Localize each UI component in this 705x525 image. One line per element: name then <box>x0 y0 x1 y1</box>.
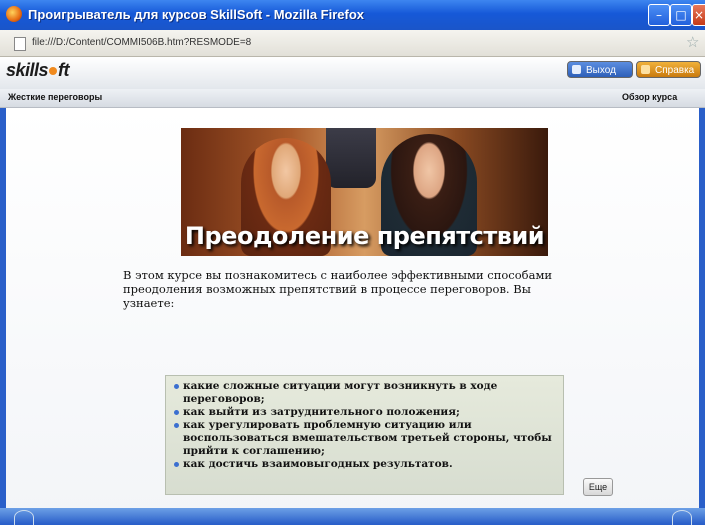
list-item: какие сложные ситуации могут возникнуть … <box>174 380 557 406</box>
banner-figure-background <box>326 128 376 188</box>
nav-next-button[interactable] <box>672 510 692 525</box>
minimize-button[interactable]: – <box>648 4 670 26</box>
intro-paragraph: В этом курсе вы познакомитесь с наиболее… <box>123 268 553 310</box>
bullet-icon <box>174 384 179 389</box>
logo-text-end: ft <box>58 60 70 80</box>
bullet-icon <box>174 462 179 467</box>
list-item: как урегулировать проблемную ситуацию ил… <box>174 419 557 458</box>
section-title: Обзор курса <box>622 92 678 102</box>
bullet-icon <box>174 423 179 428</box>
list-item-text: как достичь взаимовыгодных результатов. <box>183 458 453 470</box>
help-button[interactable]: Справка <box>636 61 701 78</box>
bullet-icon <box>174 410 179 415</box>
objectives-box: какие сложные ситуации могут возникнуть … <box>165 375 564 495</box>
firefox-icon <box>6 6 22 22</box>
window-title: Проигрыватель для курсов SkillSoft - Moz… <box>28 7 365 22</box>
list-item-text: как урегулировать проблемную ситуацию ил… <box>183 419 552 457</box>
skillsoft-logo: skills ft <box>6 60 70 81</box>
player-bottom-bar <box>0 508 705 525</box>
maximize-button[interactable]: □ <box>670 4 692 26</box>
close-icon: × <box>693 8 705 22</box>
exit-label: Выход <box>586 65 616 76</box>
bookmark-star-icon[interactable]: ☆ <box>686 33 699 51</box>
logo-dot-icon <box>49 67 58 75</box>
address-bar[interactable]: file:///D:/Content/COMMI506B.htm?RESMODE… <box>0 30 705 57</box>
list-item-text: какие сложные ситуации могут возникнуть … <box>183 380 498 405</box>
url-text[interactable]: file:///D:/Content/COMMI506B.htm?RESMODE… <box>32 37 251 48</box>
objectives-list: какие сложные ситуации могут возникнуть … <box>166 376 563 471</box>
window-titlebar[interactable]: Проигрыватель для курсов SkillSoft - Moz… <box>0 0 705 31</box>
more-button[interactable]: Еще <box>583 478 613 496</box>
close-button[interactable]: × <box>692 4 705 26</box>
firefox-window: Проигрыватель для курсов SkillSoft - Moz… <box>0 0 705 525</box>
exit-button[interactable]: Выход <box>567 61 633 78</box>
banner-title: Преодоление препятствий <box>184 222 545 250</box>
page-icon <box>14 37 26 51</box>
exit-icon <box>572 65 581 74</box>
logo-text-start: skills <box>6 60 49 80</box>
frame-right <box>699 108 705 524</box>
list-item: как достичь взаимовыгодных результатов. <box>174 458 557 471</box>
course-title: Жесткие переговоры <box>8 92 103 102</box>
help-icon <box>641 65 650 74</box>
list-item: как выйти из затруднительного положения; <box>174 406 557 419</box>
help-label: Справка <box>655 65 695 76</box>
minimize-icon: – <box>656 8 662 22</box>
maximize-icon: □ <box>675 8 687 22</box>
nav-back-button[interactable] <box>14 510 34 525</box>
course-nav-strip: Жесткие переговоры Обзор курса <box>0 89 705 108</box>
course-banner-image: Преодоление препятствий <box>181 128 548 256</box>
list-item-text: как выйти из затруднительного положения; <box>183 406 460 418</box>
